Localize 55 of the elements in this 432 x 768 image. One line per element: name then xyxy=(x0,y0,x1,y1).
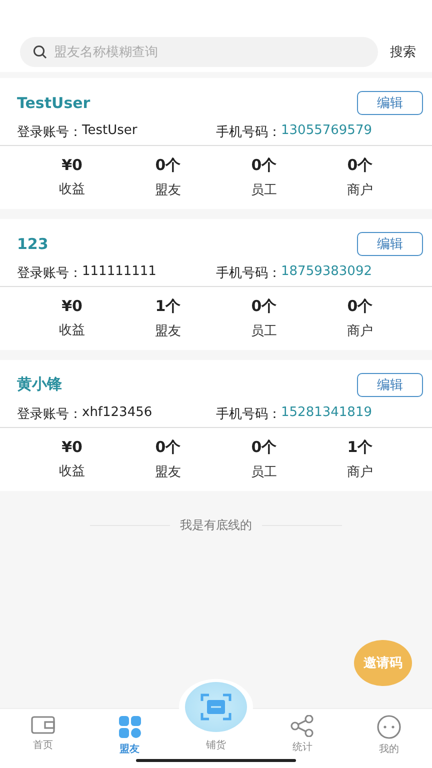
stat-label: 商户 xyxy=(347,323,373,340)
account-value: xhf123456 xyxy=(82,405,152,422)
search-button[interactable]: 搜索 xyxy=(390,43,416,61)
stat-value: 1个 xyxy=(155,297,181,316)
stat-value: ¥0 xyxy=(62,438,82,456)
stat-label: 员工 xyxy=(251,464,277,481)
end-of-list-text: 我是有底线的 xyxy=(180,517,252,534)
account-label: 登录账号： xyxy=(17,265,82,282)
search-icon xyxy=(33,45,47,59)
stat-label: 盟友 xyxy=(155,182,181,199)
scan-icon xyxy=(200,693,232,721)
stat-label: 收益 xyxy=(59,181,85,198)
account-label: 登录账号： xyxy=(17,406,82,423)
grid-icon xyxy=(118,715,142,739)
phone-label: 手机号码： xyxy=(216,124,281,141)
share-icon xyxy=(290,715,314,737)
stat-label: 盟友 xyxy=(155,323,181,340)
partner-name: TestUser xyxy=(17,94,90,112)
phone-value: 15281341819 xyxy=(281,405,372,422)
stat-value: 0个 xyxy=(251,156,277,175)
stat-value: 0个 xyxy=(251,438,277,457)
stat-label: 收益 xyxy=(59,322,85,339)
tab-item[interactable]: 我的 xyxy=(346,709,432,768)
stat-value: 0个 xyxy=(251,297,277,316)
tab-item[interactable]: 首页 xyxy=(0,709,86,768)
edit-button[interactable]: 编辑 xyxy=(357,232,423,256)
stat-value: 0个 xyxy=(155,156,181,175)
edit-button[interactable]: 编辑 xyxy=(357,372,423,396)
stat-label: 商户 xyxy=(347,464,373,481)
account-value: TestUser xyxy=(82,123,138,140)
partner-name: 黄小锋 xyxy=(17,375,62,394)
phone-value: 18759383092 xyxy=(281,264,372,281)
search-field[interactable]: 盟友名称模糊查询 xyxy=(20,37,378,67)
stat-value: ¥0 xyxy=(62,297,82,315)
stat-value: 0个 xyxy=(155,438,181,457)
stat-label: 商户 xyxy=(347,182,373,199)
phone-value: 13055769579 xyxy=(281,123,372,140)
stat-label: 收益 xyxy=(59,463,85,480)
tab-item[interactable]: 统计 xyxy=(259,709,346,768)
edit-button[interactable]: 编辑 xyxy=(357,90,423,114)
stat-value: 1个 xyxy=(347,438,373,457)
account-label: 登录账号： xyxy=(17,124,82,141)
stat-label: 员工 xyxy=(251,182,277,199)
stat-value: 0个 xyxy=(347,156,373,175)
stat-label: 盟友 xyxy=(155,464,181,481)
stat-value: 0个 xyxy=(347,297,373,316)
stat-label: 员工 xyxy=(251,323,277,340)
stat-value: ¥0 xyxy=(62,156,82,174)
tab-item[interactable]: 盟友 xyxy=(86,709,173,768)
account-value: 111111111 xyxy=(82,264,156,281)
phone-label: 手机号码： xyxy=(216,265,281,282)
wallet-icon xyxy=(31,715,56,735)
face-icon xyxy=(376,715,401,739)
partner-name: 123 xyxy=(17,234,48,252)
phone-label: 手机号码： xyxy=(216,406,281,423)
